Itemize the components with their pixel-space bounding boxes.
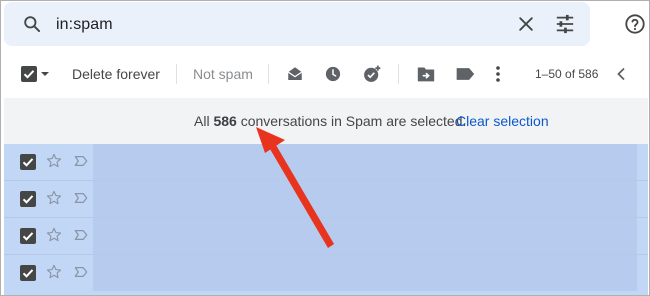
select-dropdown-icon[interactable] — [40, 52, 50, 96]
snooze-icon[interactable] — [324, 52, 342, 96]
selection-message: All 586 conversations in Spam are select… — [194, 113, 466, 129]
star-icon[interactable] — [45, 152, 63, 175]
move-to-icon[interactable] — [416, 52, 436, 96]
row-checkbox[interactable] — [20, 154, 36, 170]
not-spam-label: Not spam — [193, 66, 253, 82]
select-all-checkbox[interactable] — [20, 52, 38, 96]
toolbar-divider — [176, 64, 177, 84]
star-icon[interactable] — [45, 226, 63, 249]
message-list — [4, 144, 648, 296]
importance-marker-icon[interactable] — [74, 228, 88, 247]
search-icon[interactable] — [22, 14, 42, 39]
toolbar: Delete forever Not spam 1–50 of 586 — [0, 52, 650, 96]
table-row[interactable] — [4, 181, 648, 217]
search-bar[interactable]: in:spam — [4, 2, 590, 46]
pagination-text[interactable]: 1–50 of 586 — [535, 52, 598, 96]
add-to-tasks-icon[interactable] — [362, 52, 382, 96]
row-content[interactable] — [93, 218, 637, 254]
toolbar-divider — [268, 64, 269, 84]
row-checkbox[interactable] — [20, 228, 36, 244]
chevron-left-icon[interactable] — [616, 52, 626, 96]
label-icon[interactable] — [455, 52, 475, 96]
importance-marker-icon[interactable] — [74, 265, 88, 284]
more-vert-icon[interactable] — [494, 52, 502, 96]
selection-count: 586 — [213, 113, 237, 129]
table-row[interactable] — [4, 144, 648, 180]
toolbar-divider — [398, 64, 399, 84]
search-input[interactable]: in:spam — [56, 16, 113, 34]
delete-forever-label: Delete forever — [72, 66, 160, 82]
star-icon[interactable] — [45, 189, 63, 212]
row-checkbox[interactable] — [20, 191, 36, 207]
table-row[interactable] — [4, 255, 648, 291]
help-circle-icon[interactable] — [624, 13, 646, 40]
row-content[interactable] — [93, 255, 637, 291]
delete-forever-button[interactable]: Delete forever — [72, 52, 160, 96]
close-icon[interactable] — [516, 14, 536, 39]
selection-suffix: conversations in Spam are selected. — [236, 113, 467, 129]
row-content[interactable] — [93, 144, 637, 180]
importance-marker-icon[interactable] — [74, 191, 88, 210]
pagination-count: 1–50 of 586 — [535, 67, 599, 81]
row-content[interactable] — [93, 181, 637, 217]
tune-icon[interactable] — [554, 14, 576, 39]
selection-prefix: All — [194, 113, 214, 129]
selection-banner: All 586 conversations in Spam are select… — [4, 98, 648, 144]
not-spam-button[interactable]: Not spam — [193, 52, 253, 96]
table-row[interactable] — [4, 218, 648, 254]
mark-as-read-icon[interactable] — [286, 52, 304, 96]
clear-selection-link[interactable]: Clear selection — [456, 113, 549, 129]
row-checkbox[interactable] — [20, 265, 36, 281]
importance-marker-icon[interactable] — [74, 154, 88, 173]
star-icon[interactable] — [45, 263, 63, 286]
